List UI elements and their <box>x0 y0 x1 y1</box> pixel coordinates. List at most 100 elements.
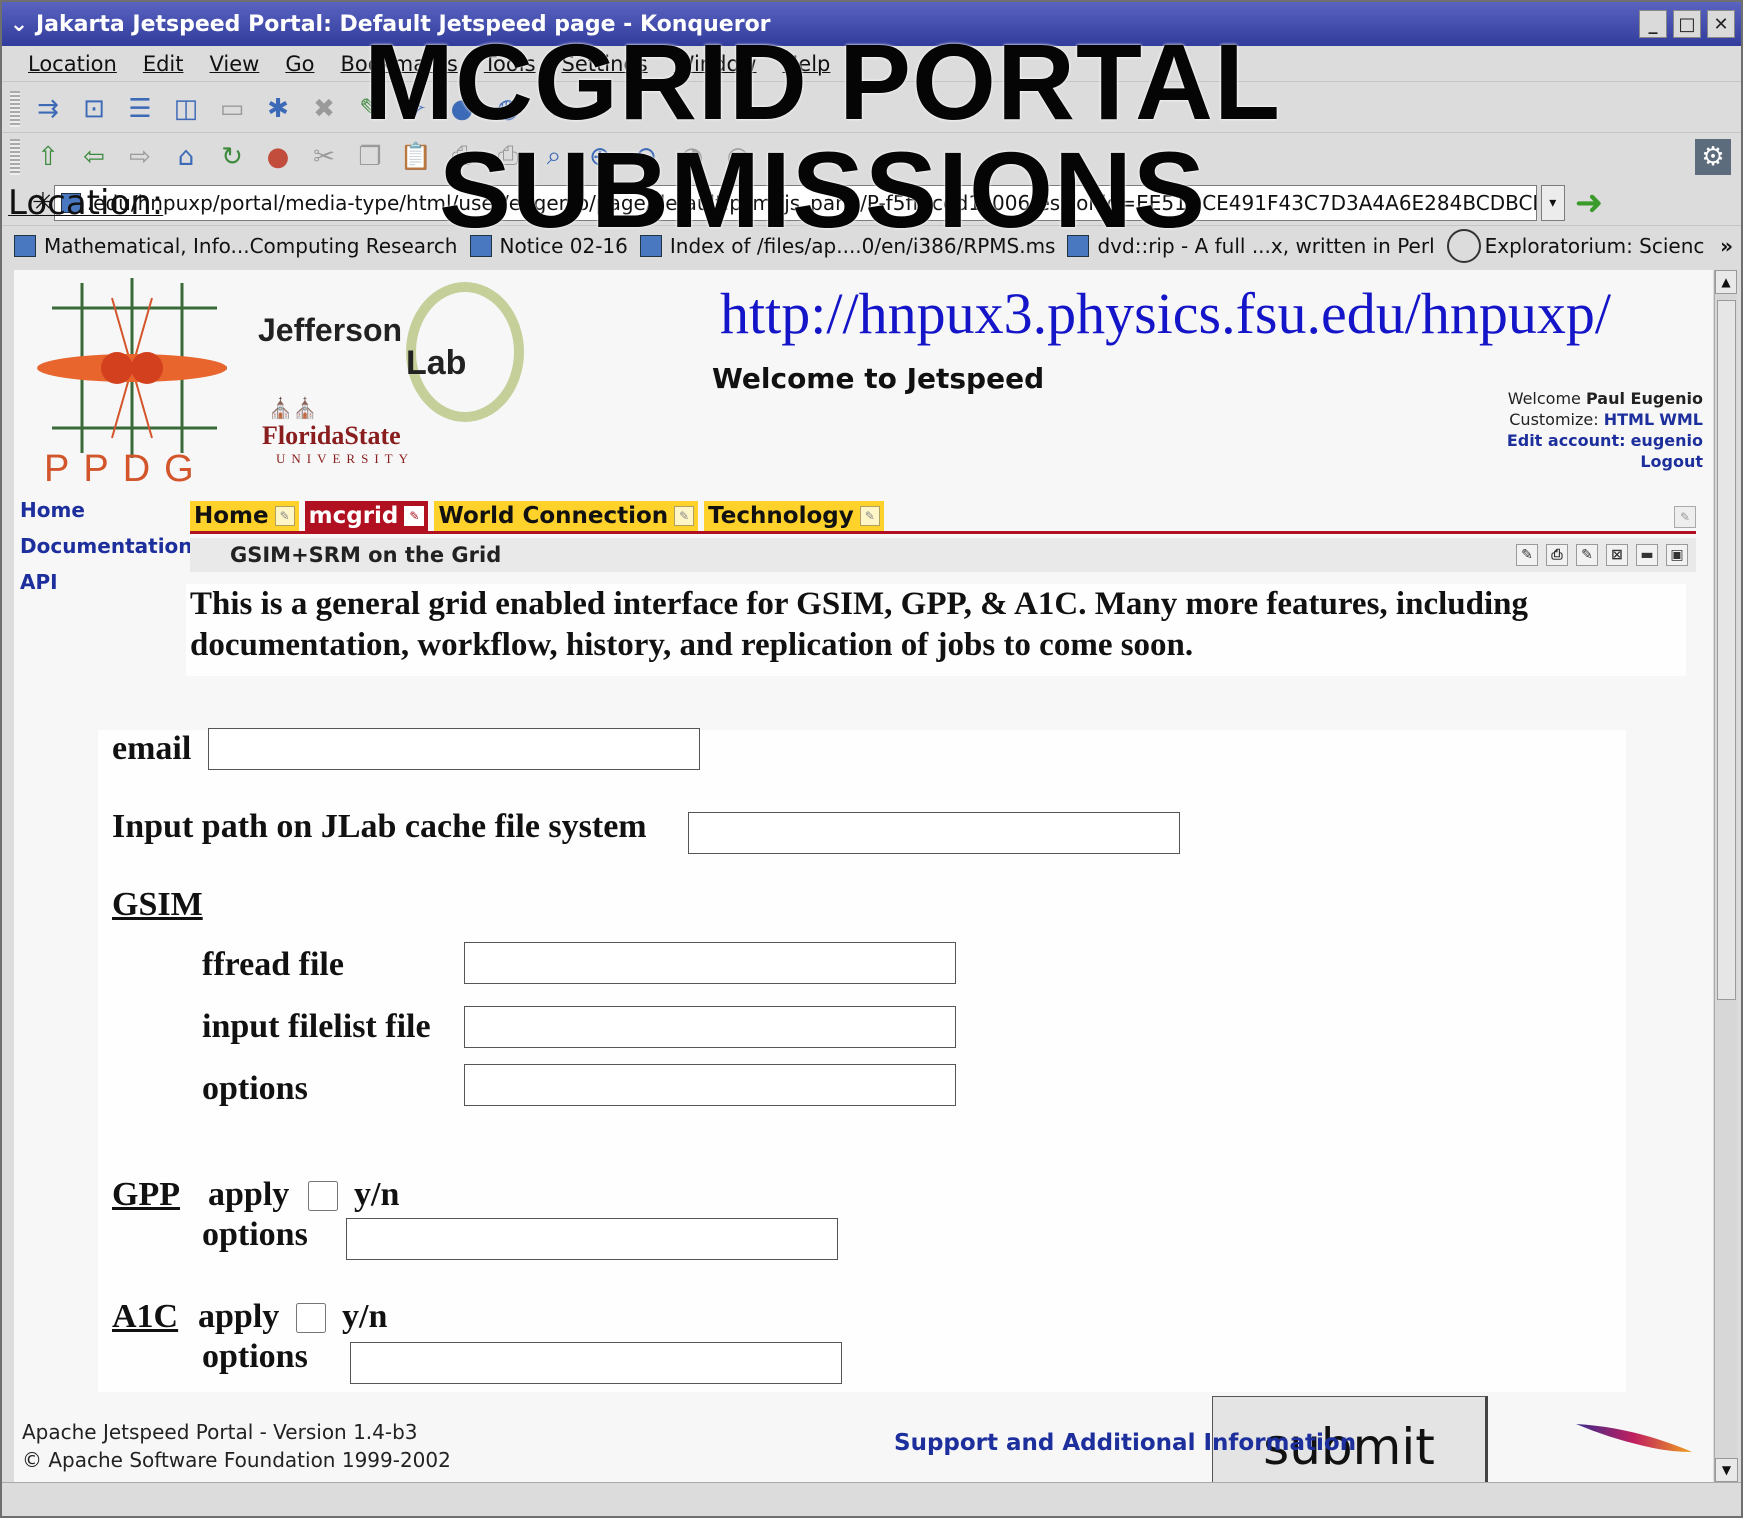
url-history-dropdown[interactable]: ▾ <box>1540 184 1565 221</box>
filelist-field[interactable] <box>464 1006 956 1048</box>
cut-icon[interactable]: ✂ <box>306 140 342 174</box>
portlet-title-bar: GSIM+SRM on the Grid ✎ ⎙ ✎ ⊠ ▬ ▣ <box>190 538 1696 572</box>
reload-icon[interactable]: ↻ <box>214 140 250 174</box>
scroll-down-arrow-icon[interactable]: ▼ <box>1715 1458 1738 1482</box>
browser-window: ⌄ Jakarta Jetspeed Portal: Default Jetsp… <box>0 0 1743 1518</box>
nav-documentation-link[interactable]: Documentation <box>20 528 193 564</box>
fsu-logo: ⛪⛪ FloridaState UNIVERSITY <box>262 398 414 466</box>
home-icon[interactable]: ⌂ <box>168 140 204 174</box>
portlet-title: GSIM+SRM on the Grid <box>230 543 502 567</box>
customize-wml-link[interactable]: WML <box>1659 410 1703 429</box>
split-vertical-icon[interactable]: ◫ <box>168 92 204 126</box>
filelist-label: input filelist file <box>202 1008 431 1045</box>
close-button[interactable]: ✕ <box>1707 10 1735 38</box>
maximize-button[interactable]: □ <box>1673 10 1701 38</box>
konqueror-gear-icon[interactable]: ⚙ <box>1695 138 1731 175</box>
toolbar-grip[interactable] <box>10 138 20 175</box>
window-menu-icon[interactable]: ⌄ <box>2 12 36 37</box>
edit-account-link[interactable]: Edit account: <box>1507 431 1626 450</box>
gsim-heading: GSIM <box>112 886 203 923</box>
gpp-apply-label: apply <box>208 1176 290 1213</box>
account-link[interactable]: eugenio <box>1631 431 1703 450</box>
disabled-icon[interactable]: ✖ <box>306 92 342 126</box>
a1c-heading: A1C <box>112 1298 179 1335</box>
page-content: PPDG Jefferson Lab ⛪⛪ FloridaState UNIVE… <box>14 270 1713 1500</box>
back-icon[interactable]: ⇦ <box>76 140 112 174</box>
user-panel: Welcome Paul Eugenio Customize: HTML WML… <box>1506 389 1703 471</box>
footer-copyright: © Apache Software Foundation 1999-2002 <box>22 1448 451 1472</box>
portlet-maximize-icon[interactable]: ▣ <box>1666 544 1688 566</box>
edit-pencil-icon[interactable]: ✎ <box>274 506 295 526</box>
nav-home-link[interactable]: Home <box>20 492 193 528</box>
menu-go[interactable]: Go <box>285 52 314 76</box>
view-icon[interactable]: ⊡ <box>76 92 112 126</box>
split-horizontal-icon[interactable]: ☰ <box>122 92 158 126</box>
a1c-apply-checkbox[interactable] <box>296 1303 326 1333</box>
portlet-customize-icon[interactable]: ✎ <box>1576 544 1598 566</box>
gpp-apply-checkbox[interactable] <box>308 1181 338 1211</box>
edit-page-icon[interactable]: ✎ <box>1674 506 1696 528</box>
portlet-edit-icon[interactable]: ✎ <box>1516 544 1538 566</box>
remove-view-icon[interactable]: ▭ <box>214 92 250 126</box>
bookmark-item[interactable]: Exploratorium: Scienc <box>1446 229 1704 263</box>
edit-pencil-icon[interactable]: ✎ <box>674 506 695 526</box>
site-url-caption: http://hnpux3.physics.fsu.edu/hnpuxp/ <box>720 281 1611 346</box>
gsim-options-field[interactable] <box>464 1064 956 1106</box>
tab-technology[interactable]: Technology ✎ <box>704 501 884 531</box>
forward-icon[interactable]: ⇨ <box>122 140 158 174</box>
ffread-field[interactable] <box>464 942 956 984</box>
logout-link[interactable]: Logout <box>1640 452 1703 471</box>
gsim-options-label: options <box>202 1070 308 1107</box>
scroll-thumb[interactable] <box>1717 300 1736 1000</box>
footer-info: Apache Jetspeed Portal - Version 1.4-b3 … <box>22 1418 451 1474</box>
ffread-label: ffread file <box>202 946 344 983</box>
gpp-heading: GPP <box>112 1176 180 1213</box>
left-nav: Home Documentation API <box>20 492 193 600</box>
support-link[interactable]: Support and Additional Information <box>894 1430 1356 1456</box>
minimize-button[interactable]: _ <box>1639 10 1667 38</box>
portal-tabs: Home ✎ mcgrid ✎ World Connection ✎ Technolo… <box>190 500 1696 534</box>
status-bar <box>2 1482 1741 1516</box>
customize-html-link[interactable]: HTML <box>1604 410 1654 429</box>
edit-pencil-icon[interactable]: ✎ <box>859 506 880 526</box>
tab-world-connection[interactable]: World Connection ✎ <box>434 501 699 531</box>
portlet-close-icon[interactable]: ⊠ <box>1606 544 1628 566</box>
location-label: Location: <box>8 182 164 223</box>
portlet-minimize-icon[interactable]: ▬ <box>1636 544 1658 566</box>
intro-text: This is a general grid enabled interface… <box>186 584 1686 676</box>
vertical-scrollbar[interactable]: ▲ ▼ <box>1714 270 1738 1482</box>
gpp-options-label: options <box>202 1216 308 1253</box>
gpp-options-field[interactable] <box>346 1218 838 1260</box>
menu-edit[interactable]: Edit <box>143 52 184 76</box>
fsu-tower-icon: ⛪⛪ <box>268 398 318 420</box>
bookmarks-more-button[interactable]: » <box>1720 234 1733 258</box>
footer-version: Apache Jetspeed Portal - Version 1.4-b3 <box>22 1420 418 1444</box>
a1c-options-field[interactable] <box>350 1342 842 1384</box>
sidebar-toggle-icon[interactable]: ⇉ <box>30 92 66 126</box>
menu-view[interactable]: View <box>210 52 260 76</box>
input-path-label: Input path on JLab cache file system <box>112 808 647 845</box>
apache-feather-icon <box>1576 1424 1692 1452</box>
bookmark-circle-icon <box>1446 229 1481 263</box>
toolbar-grip[interactable] <box>10 90 20 127</box>
email-field[interactable] <box>208 728 700 770</box>
jlab-logo-text-2: Lab <box>406 344 467 382</box>
tab-home[interactable]: Home ✎ <box>190 501 299 531</box>
nav-api-link[interactable]: API <box>20 564 193 600</box>
security-icon[interactable]: ✱ <box>260 92 296 126</box>
stop-icon[interactable]: ● <box>260 140 296 174</box>
up-icon[interactable]: ⇧ <box>30 140 66 174</box>
menu-location[interactable]: Location <box>28 52 117 76</box>
bookmark-icon <box>14 235 36 257</box>
portlet-print-icon[interactable]: ⎙ <box>1546 544 1568 566</box>
a1c-yn-label: y/n <box>342 1298 388 1335</box>
a1c-options-label: options <box>202 1338 308 1375</box>
email-label: email <box>112 730 192 767</box>
edit-pencil-icon[interactable]: ✎ <box>404 506 425 526</box>
portlet-controls: ✎ ⎙ ✎ ⊠ ▬ ▣ <box>1516 544 1696 566</box>
input-path-field[interactable] <box>688 812 1180 854</box>
scroll-up-arrow-icon[interactable]: ▲ <box>1715 270 1737 294</box>
submission-form: email Input path on JLab cache file syst… <box>98 728 1626 1392</box>
tab-mcgrid[interactable]: mcgrid ✎ <box>304 501 429 531</box>
go-arrow-icon[interactable]: ➜ <box>1575 183 1604 223</box>
